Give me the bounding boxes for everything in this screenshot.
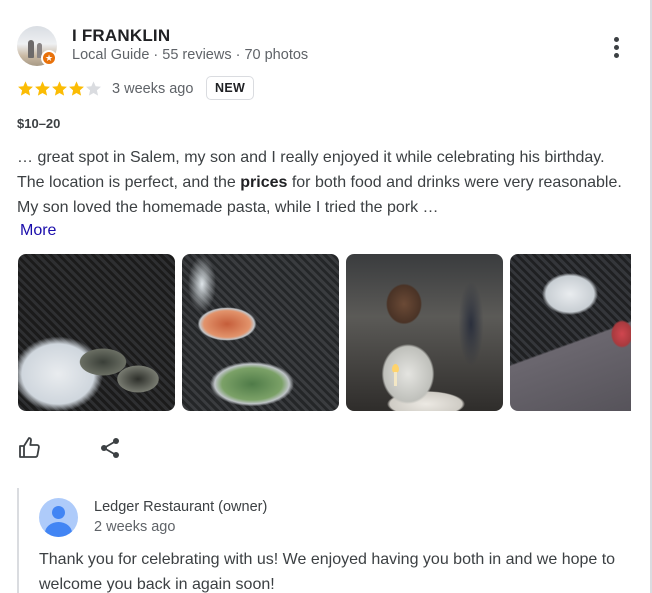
- person-icon: [39, 498, 78, 537]
- owner-name: Ledger Restaurant (owner): [94, 499, 268, 515]
- review-photo-birthday[interactable]: [346, 254, 503, 411]
- more-link[interactable]: More: [20, 220, 56, 242]
- new-badge: NEW: [206, 76, 255, 100]
- thumbs-up-icon[interactable]: [18, 436, 42, 460]
- reviewer-meta: Local Guide · 55 reviews · 70 photos: [72, 47, 309, 63]
- more-options-icon[interactable]: [606, 34, 626, 60]
- star-filled-icon: [69, 81, 84, 96]
- review-highlight: prices: [240, 174, 288, 191]
- menu-dot: [613, 36, 619, 42]
- star-rating: [17, 80, 102, 97]
- star-filled-icon: [52, 81, 67, 96]
- price-range: $10–20: [17, 116, 61, 131]
- review-photo-cocktail[interactable]: [510, 254, 631, 411]
- person-head: [52, 506, 65, 519]
- menu-dot: [613, 52, 619, 58]
- owner-reply-time: 2 weeks ago: [94, 519, 176, 535]
- candle: [394, 372, 397, 386]
- share-icon[interactable]: [98, 436, 122, 460]
- star-filled-icon: [18, 81, 33, 96]
- owner-reply-text: Thank you for celebrating with us! We en…: [39, 551, 616, 593]
- local-guide-star-icon: ★: [41, 50, 57, 66]
- avatar-figure: [28, 40, 34, 58]
- reviewer-name[interactable]: I FRANKLIN: [72, 26, 170, 46]
- person-body: [45, 522, 72, 537]
- menu-dot: [613, 44, 619, 50]
- review-text: … great spot in Salem, my son and I real…: [17, 145, 627, 220]
- reply-border: [17, 488, 19, 593]
- star-empty-icon: [86, 81, 101, 96]
- review-time: 3 weeks ago: [112, 81, 194, 97]
- review-photo-dishes[interactable]: [182, 254, 339, 411]
- star-filled-icon: [35, 81, 50, 96]
- review-card: ★ I FRANKLIN Local Guide · 55 reviews · …: [0, 0, 652, 593]
- review-photo-oysters[interactable]: [18, 254, 175, 411]
